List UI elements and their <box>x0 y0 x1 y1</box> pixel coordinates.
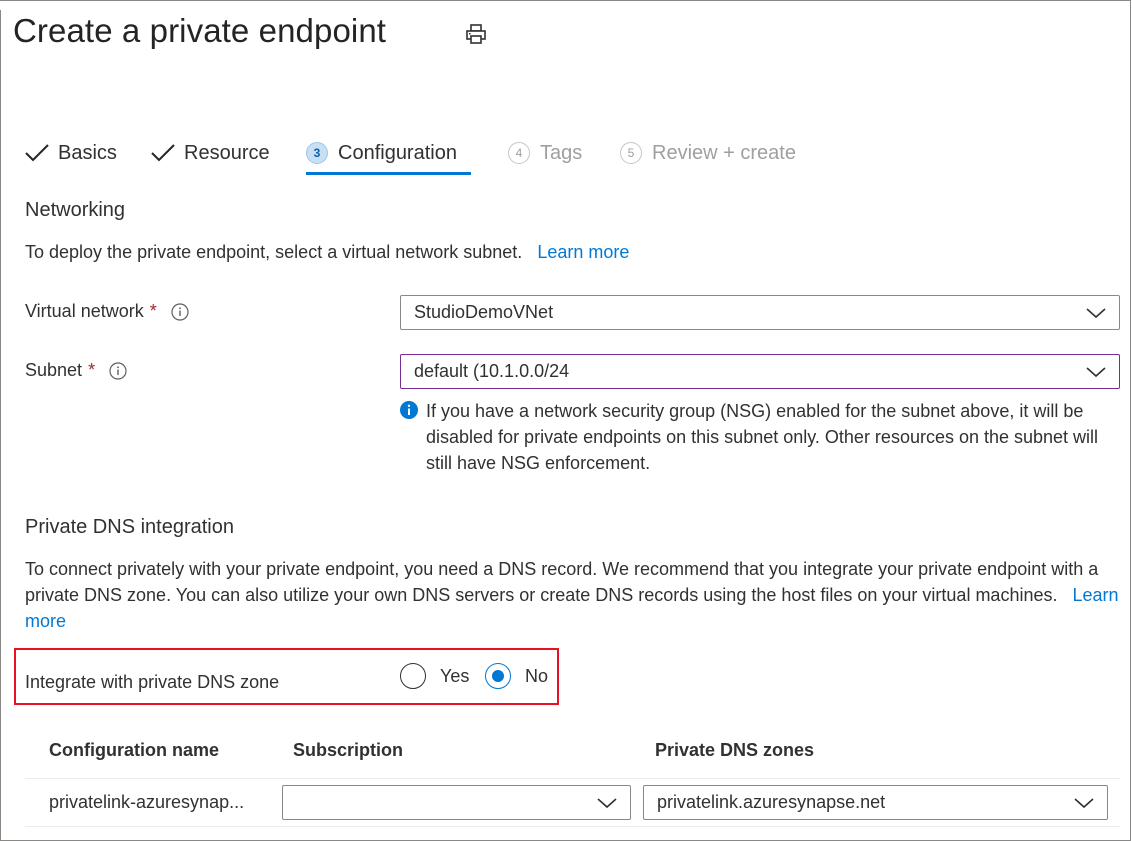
chevron-down-icon <box>597 797 617 808</box>
dns-heading: Private DNS integration <box>25 516 234 538</box>
virtual-network-value: StudioDemoVNet <box>414 302 554 322</box>
step-number-badge: 4 <box>508 142 530 164</box>
radio-circle <box>485 663 511 689</box>
subnet-value: default (10.1.0.0/24 <box>414 361 570 381</box>
required-asterisk: * <box>149 301 157 321</box>
integrate-dns-label: Integrate with private DNS zone <box>25 672 280 692</box>
info-filled-icon <box>400 401 418 419</box>
tab-label: Basics <box>58 141 117 164</box>
networking-description-text: To deploy the private endpoint, select a… <box>25 242 523 262</box>
dns-description-text: To connect privately with your private e… <box>25 559 1099 605</box>
tab-basics[interactable]: Basics <box>24 136 117 170</box>
dns-description: To connect privately with your private e… <box>25 556 1120 634</box>
learn-more-link[interactable]: Learn more <box>537 242 629 262</box>
active-tab-indicator <box>306 172 471 175</box>
private-dns-zone-dropdown[interactable]: privatelink.azuresynapse.net <box>643 785 1108 820</box>
checkmark-icon <box>25 144 49 162</box>
nsg-info-note: If you have a network security group (NS… <box>400 398 1100 476</box>
radio-circle <box>400 663 426 689</box>
checkmark-icon <box>151 144 175 162</box>
print-icon[interactable] <box>464 22 488 46</box>
networking-description: To deploy the private endpoint, select a… <box>25 239 629 265</box>
info-icon[interactable] <box>171 302 189 321</box>
radio-yes[interactable]: Yes <box>400 663 469 689</box>
tab-resource[interactable]: Resource <box>150 136 270 170</box>
virtual-network-label-text: Virtual network <box>25 301 144 321</box>
tab-tags[interactable]: 4 Tags <box>508 136 582 170</box>
subscription-dropdown[interactable] <box>282 785 631 820</box>
column-header-private-dns-zones: Private DNS zones <box>655 740 815 760</box>
table-divider <box>25 778 1120 779</box>
tab-review-create[interactable]: 5 Review + create <box>620 136 796 170</box>
page-title: Create a private endpoint <box>13 12 387 49</box>
nsg-note-text: If you have a network security group (NS… <box>426 401 1099 473</box>
tab-label: Review + create <box>652 141 796 164</box>
radio-label: No <box>525 665 549 686</box>
step-number-badge: 3 <box>306 142 328 164</box>
chevron-down-icon <box>1074 797 1094 808</box>
step-number-badge: 5 <box>620 142 642 164</box>
required-asterisk: * <box>88 360 96 380</box>
tab-label: Configuration <box>338 141 457 164</box>
tab-label: Tags <box>540 141 583 164</box>
table-divider <box>25 826 1120 827</box>
subnet-label-text: Subnet <box>25 360 83 380</box>
left-border <box>0 10 1 840</box>
radio-label: Yes <box>440 665 470 686</box>
subnet-label: Subnet * <box>25 360 127 381</box>
chevron-down-icon <box>1086 307 1106 318</box>
radio-no[interactable]: No <box>485 663 548 689</box>
configuration-name-cell: privatelink-azuresynap... <box>49 792 245 812</box>
info-icon[interactable] <box>109 361 127 380</box>
chevron-down-icon <box>1086 366 1106 377</box>
private-dns-zone-value: privatelink.azuresynapse.net <box>657 792 886 812</box>
tab-configuration[interactable]: 3 Configuration <box>306 136 457 170</box>
column-header-configuration-name: Configuration name <box>49 740 219 760</box>
virtual-network-label: Virtual network * <box>25 301 189 322</box>
virtual-network-dropdown[interactable]: StudioDemoVNet <box>400 295 1120 330</box>
subnet-dropdown[interactable]: default (10.1.0.0/24 <box>400 354 1120 389</box>
column-header-subscription: Subscription <box>293 740 404 760</box>
tab-label: Resource <box>184 141 270 164</box>
networking-heading: Networking <box>25 199 126 221</box>
